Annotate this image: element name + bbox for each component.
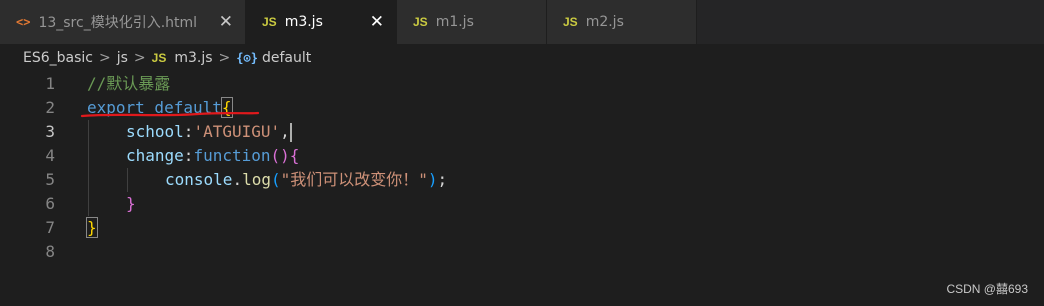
string-literal: "我们可以改变你！" [280,170,428,189]
close-icon[interactable]: ✕ [219,12,233,32]
colon: : [183,146,194,165]
tab-13-src-html[interactable]: <> 13_src_模块化引入.html ✕ [0,0,246,44]
tab-m3-js[interactable]: JS m3.js ✕ [246,0,397,44]
breadcrumb-item-es6-basic[interactable]: ES6_basic [23,50,93,66]
tab-label: m3.js [284,14,323,30]
line-number: 1 [45,74,55,93]
code-line-6: 6 } [0,192,1044,216]
code-editor[interactable]: 1 //默认暴露 2 export default{ 3 school:'ATG… [0,72,1044,306]
line-number: 6 [45,194,55,213]
close-paren: ) [427,170,438,189]
line-number: 2 [45,98,55,117]
object-symbol-icon: {⊙} [236,51,258,65]
comment: //默认暴露 [87,74,171,93]
line-number: 8 [45,242,55,261]
js-file-icon: JS [151,51,167,65]
line-number: 3 [45,122,55,141]
open-brace: { [289,146,300,165]
property-change: change [126,146,184,165]
code-line-7: 7 } [0,216,1044,240]
breadcrumb: ES6_basic > js > JS m3.js > {⊙} default [0,44,1044,72]
chevron-right-icon: > [218,50,231,66]
parens: () [270,146,290,165]
colon: : [183,122,194,141]
breadcrumb-item-default[interactable]: {⊙} default [236,50,311,66]
csdn-watermark: CSDN @囍693 [946,282,1028,296]
semicolon: ; [437,170,448,189]
close-brace: } [86,217,98,238]
text-cursor [289,123,292,142]
close-icon[interactable]: ✕ [370,12,384,32]
tab-label: 13_src_模块化引入.html [38,15,198,31]
code-line-5: 5 console.log("我们可以改变你！"); [0,168,1044,192]
console-object: console [165,170,233,189]
line-number: 5 [45,170,55,189]
property-school: school [126,122,184,141]
tab-m1-js[interactable]: JS m1.js [397,0,547,44]
code-line-3: 3 school:'ATGUIGU', [0,120,1044,144]
dot: . [232,170,243,189]
editor-tab-bar: <> 13_src_模块化引入.html ✕ JS m3.js ✕ JS m1.… [0,0,1044,44]
code-line-4: 4 change:function(){ [0,144,1044,168]
breadcrumb-file-label: m3.js [174,50,213,66]
chevron-right-icon: > [133,50,146,66]
open-paren: ( [270,170,281,189]
html-file-icon: <> [16,15,31,29]
chevron-right-icon: > [99,50,111,66]
js-file-icon: JS [262,15,277,29]
red-underline-annotation [80,111,260,118]
function-log: log [242,170,271,189]
string-literal: 'ATGUIGU' [193,122,281,141]
js-file-icon: JS [413,15,428,29]
code-line-8: 8 [0,240,1044,264]
tab-m2-js[interactable]: JS m2.js [547,0,697,44]
line-number: 7 [45,218,55,237]
breadcrumb-item-m3-js[interactable]: JS m3.js [152,50,213,66]
close-brace: } [126,194,136,213]
tab-label: m1.js [435,14,474,30]
line-number: 4 [45,146,55,165]
breadcrumb-symbol-label: default [261,50,312,66]
keyword-function: function [193,146,271,165]
code-line-1: 1 //默认暴露 [0,72,1044,96]
js-file-icon: JS [563,15,578,29]
breadcrumb-item-js[interactable]: js [117,50,128,66]
tab-label: m2.js [585,14,624,30]
comma: , [280,122,290,141]
